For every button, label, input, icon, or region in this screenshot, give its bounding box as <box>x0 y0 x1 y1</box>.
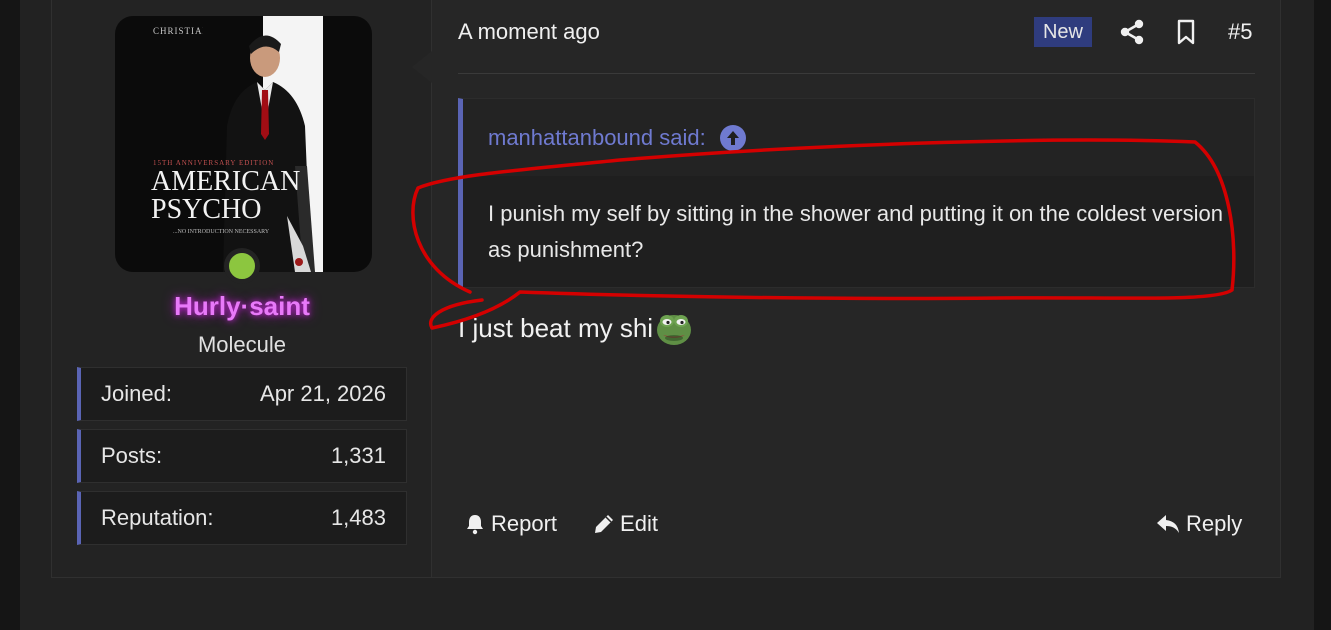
stat-value: 1,483 <box>330 505 386 530</box>
post-message: I just beat my shi <box>458 309 693 347</box>
stat-value: Apr 21, 2026 <box>260 381 386 406</box>
poster-tagline: ...NO INTRODUCTION NECESSARY <box>173 229 270 235</box>
pencil-icon <box>595 515 614 533</box>
post-timestamp[interactable]: A moment ago <box>458 19 600 45</box>
user-title: Molecule <box>197 332 287 357</box>
quote-header[interactable]: manhattanbound said: <box>463 99 1254 176</box>
report-label: Report <box>491 511 558 536</box>
reply-arrow-icon <box>1157 515 1179 533</box>
poster-title: AMERICAN PSYCHO <box>151 168 300 224</box>
user-panel: CHRISTIAN BALE 15TH ANNIVERSARY EDITION … <box>52 0 432 577</box>
stat-label: Reputation: <box>101 505 214 530</box>
stat-value: 1,331 <box>330 443 386 468</box>
bookmark-icon[interactable] <box>1176 19 1196 45</box>
new-badge: New <box>1034 17 1092 47</box>
edit-label: Edit <box>620 511 658 536</box>
stat-reputation: Reputation: 1,483 <box>77 491 407 545</box>
header-divider <box>458 73 1255 74</box>
post-arrow-notch <box>412 51 432 83</box>
edit-button[interactable]: Edit <box>593 511 658 537</box>
forum-post: CHRISTIAN BALE 15TH ANNIVERSARY EDITION … <box>51 0 1281 578</box>
post-main: A moment ago New #5 manhattanbound said: <box>432 0 1282 577</box>
report-button[interactable]: Report <box>464 511 557 537</box>
pepe-emoji-icon <box>657 315 692 345</box>
stat-joined: Joined: Apr 21, 2026 <box>77 367 407 421</box>
post-number-link[interactable]: #5 <box>1228 19 1252 45</box>
quote-block: manhattanbound said: I punish my self by… <box>458 98 1255 288</box>
share-icon[interactable] <box>1120 19 1144 45</box>
arrow-up-icon[interactable] <box>719 124 746 151</box>
username[interactable]: Hurly·saint <box>52 291 432 322</box>
reply-label: Reply <box>1186 511 1243 536</box>
poster-title-line2: PSYCHO <box>151 194 262 225</box>
post-actions: Report Edit <box>464 511 658 537</box>
user-avatar[interactable]: CHRISTIAN BALE 15TH ANNIVERSARY EDITION … <box>115 16 372 272</box>
stat-label: Posts: <box>101 443 163 468</box>
quote-author[interactable]: manhattanbound said: <box>488 125 706 151</box>
poster-title-line1: AMERICAN <box>151 166 301 197</box>
bell-icon <box>467 515 483 535</box>
post-message-text: I just beat my shi <box>458 312 654 343</box>
online-status-indicator <box>224 248 260 284</box>
stat-posts: Posts: 1,331 <box>77 429 407 483</box>
stat-label: Joined: <box>101 381 172 406</box>
reply-button[interactable]: Reply <box>1156 511 1242 537</box>
quote-body: I punish my self by sitting in the showe… <box>488 201 1223 262</box>
